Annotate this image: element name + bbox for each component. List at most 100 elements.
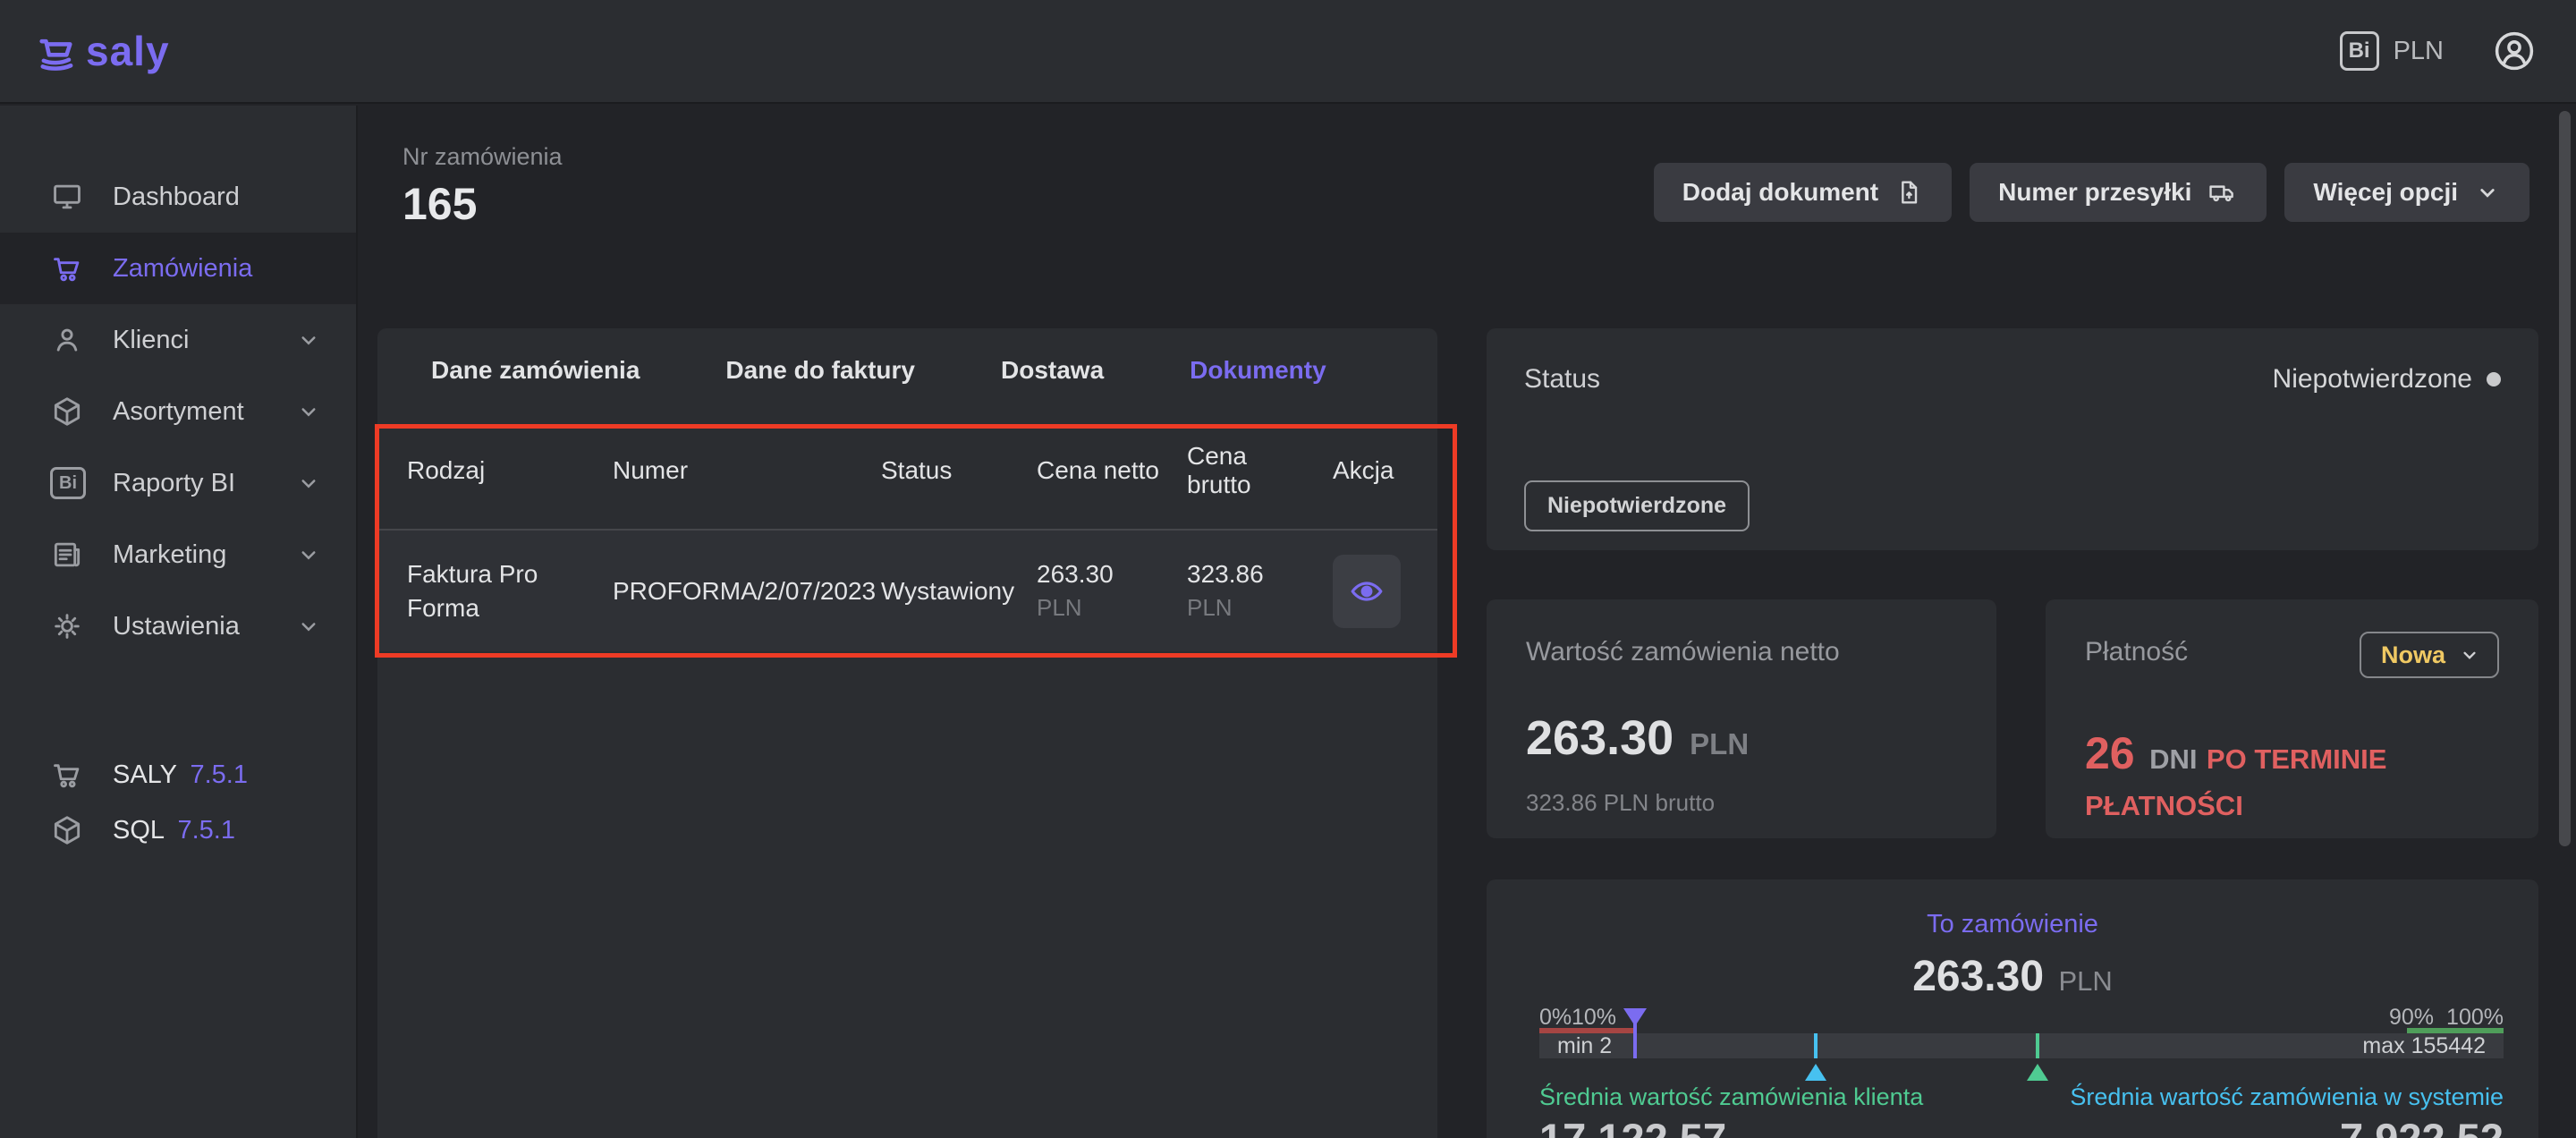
- tab-bar: Dane zamówienia Dane do faktury Dostawa …: [377, 328, 1437, 412]
- app-version: 7.5.1: [190, 760, 248, 789]
- scale-label-0: 0%: [1539, 1005, 1572, 1031]
- sidebar-item-zamowienia[interactable]: Zamówienia: [0, 233, 356, 304]
- scale-label-90: 90%: [2389, 1005, 2434, 1031]
- column-header-status: Status: [881, 456, 952, 484]
- order-net-currency: PLN: [1690, 727, 1749, 761]
- order-value-gauge: 0% 10% 90% 100% min 2 max 155442: [1539, 1008, 2504, 1080]
- logo-text: saly: [86, 27, 170, 75]
- truck-icon: [2207, 177, 2238, 208]
- payment-status-value: Nowa: [2381, 641, 2445, 669]
- avg-system-value: 7,922.52: [2340, 1114, 2504, 1138]
- order-header: Nr zamówienia 165: [402, 143, 563, 230]
- payment-card-title: Płatność: [2085, 637, 2188, 667]
- shipment-number-button[interactable]: Numer przesyłki: [1970, 163, 2267, 222]
- column-header-cena-brutto: Cena brutto: [1187, 442, 1267, 499]
- payment-overdue-message: 26 DNI PO TERMINIE PŁATNOŚCI: [2085, 721, 2443, 826]
- currency-label: PLN: [2394, 37, 2444, 66]
- view-document-button[interactable]: [1333, 555, 1401, 628]
- order-value-card: Wartość zamówienia netto 263.30 PLN 323.…: [1487, 599, 1996, 838]
- sidebar-item-raporty-bi[interactable]: Bi Raporty BI: [0, 447, 356, 519]
- sidebar-item-dashboard[interactable]: Dashboard: [0, 161, 356, 233]
- sidebar-item-asortyment[interactable]: Asortyment: [0, 376, 356, 447]
- column-header-numer: Numer: [613, 456, 688, 484]
- gear-icon: [50, 609, 86, 643]
- cell-cena-brutto: 323.86: [1187, 560, 1324, 589]
- vertical-scrollbar[interactable]: [2559, 111, 2571, 846]
- chevron-down-icon: [295, 470, 322, 497]
- gauge-max-label: max 155442: [2362, 1033, 2486, 1059]
- header-actions: Dodaj dokument Numer przesyłki Więcej op…: [1654, 163, 2529, 222]
- more-options-button[interactable]: Więcej opcji: [2284, 163, 2529, 222]
- order-gross-note: 323.86 PLN brutto: [1526, 789, 1957, 817]
- person-icon: [50, 323, 86, 357]
- scale-label-10: 10%: [1572, 1005, 1616, 1031]
- shipment-number-label: Numer przesyłki: [1998, 178, 2191, 207]
- currency-selector[interactable]: Bi PLN: [2340, 31, 2444, 71]
- sidebar-item-label: Marketing: [113, 540, 268, 570]
- sidebar-item-label: Klienci: [113, 326, 268, 355]
- overdue-days-unit: DNI: [2149, 743, 2197, 775]
- tab-dane-zamowienia[interactable]: Dane zamówienia: [431, 356, 640, 385]
- cart-icon: [50, 251, 86, 285]
- payment-card: Płatność Nowa 26 DNI PO TERMINIE PŁATNOŚ…: [2046, 599, 2538, 838]
- order-details-panel: Dane zamówienia Dane do faktury Dostawa …: [377, 328, 1437, 1138]
- gauge-title: To zamówienie: [1487, 910, 2538, 939]
- tab-dokumenty[interactable]: Dokumenty: [1190, 356, 1326, 385]
- sql-name: SQL: [113, 816, 165, 845]
- sidebar-item-label: Asortyment: [113, 397, 268, 427]
- table-row: Faktura Pro Forma PROFORMA/2/07/2023 Wys…: [377, 531, 1437, 651]
- tab-dane-do-faktury[interactable]: Dane do faktury: [725, 356, 915, 385]
- cell-cena-brutto-currency: PLN: [1187, 594, 1324, 622]
- sql-version: 7.5.1: [177, 816, 235, 845]
- status-value: Niepotwierdzone: [2273, 364, 2501, 395]
- order-number-value: 165: [402, 178, 563, 230]
- documents-table: Rodzaj Numer Status Cena netto Cena brut…: [377, 412, 1437, 651]
- status-chip: Niepotwierdzone: [1524, 480, 1750, 531]
- cart-icon: [50, 758, 86, 792]
- newspaper-icon: [50, 538, 86, 572]
- sidebar-item-label: Zamówienia: [113, 254, 322, 284]
- sidebar-item-label: Raporty BI: [113, 469, 268, 498]
- version-info: SALY 7.5.1 SQL 7.5.1: [0, 747, 356, 858]
- sidebar: Dashboard Zamówienia Klienci: [0, 106, 358, 1138]
- cell-rodzaj: Faktura Pro Forma: [407, 560, 538, 622]
- order-value-title: Wartość zamówienia netto: [1526, 637, 1957, 667]
- overdue-days: 26: [2085, 728, 2135, 778]
- sidebar-item-ustawienia[interactable]: Ustawienia: [0, 590, 356, 662]
- cell-numer: PROFORMA/2/07/2023: [613, 577, 876, 605]
- avg-client-label: Średnia wartość zamówienia klienta: [1539, 1083, 1923, 1111]
- app-logo[interactable]: saly: [34, 27, 170, 75]
- sidebar-item-klienci[interactable]: Klienci: [0, 304, 356, 376]
- cell-status: Wystawiony: [881, 577, 1014, 605]
- add-document-button[interactable]: Dodaj dokument: [1654, 163, 1952, 222]
- user-avatar-icon[interactable]: [2492, 29, 2537, 73]
- add-document-label: Dodaj dokument: [1682, 178, 1878, 207]
- chevron-down-icon: [2474, 179, 2501, 206]
- status-card-title: Status: [1524, 364, 1600, 395]
- column-header-cena-netto: Cena netto: [1037, 456, 1159, 484]
- sidebar-item-marketing[interactable]: Marketing: [0, 519, 356, 590]
- avg-system-label: Średnia wartość zamówienia w systemie: [2070, 1083, 2504, 1111]
- chevron-down-icon: [295, 398, 322, 425]
- status-value-label: Niepotwierdzone: [2273, 364, 2472, 395]
- gauge-value: 263.30: [1912, 953, 2044, 1000]
- bi-icon: Bi: [2340, 31, 2379, 71]
- cell-cena-netto: 263.30: [1037, 560, 1178, 589]
- gauge-currency: PLN: [2058, 965, 2112, 997]
- status-dot-icon: [2487, 372, 2501, 386]
- box-icon: [50, 813, 86, 847]
- gauge-footer-values: 17,122.57 7,922.52: [1539, 1114, 2504, 1138]
- more-options-label: Więcej opcji: [2313, 178, 2458, 207]
- scale-label-100: 100%: [2446, 1005, 2504, 1031]
- column-header-rodzaj: Rodzaj: [407, 456, 485, 484]
- tab-dostawa[interactable]: Dostawa: [1001, 356, 1104, 385]
- eye-icon: [1349, 573, 1385, 609]
- app-name: SALY: [113, 760, 177, 789]
- monitor-icon: [50, 180, 86, 214]
- chevron-down-icon: [295, 613, 322, 640]
- saly-version-row: SALY 7.5.1: [0, 747, 356, 803]
- payment-status-dropdown[interactable]: Nowa: [2360, 632, 2499, 678]
- order-net-value: 263.30: [1526, 710, 1674, 766]
- chevron-down-icon: [2458, 643, 2481, 667]
- status-card: Status Niepotwierdzone Niepotwierdzone: [1487, 328, 2538, 550]
